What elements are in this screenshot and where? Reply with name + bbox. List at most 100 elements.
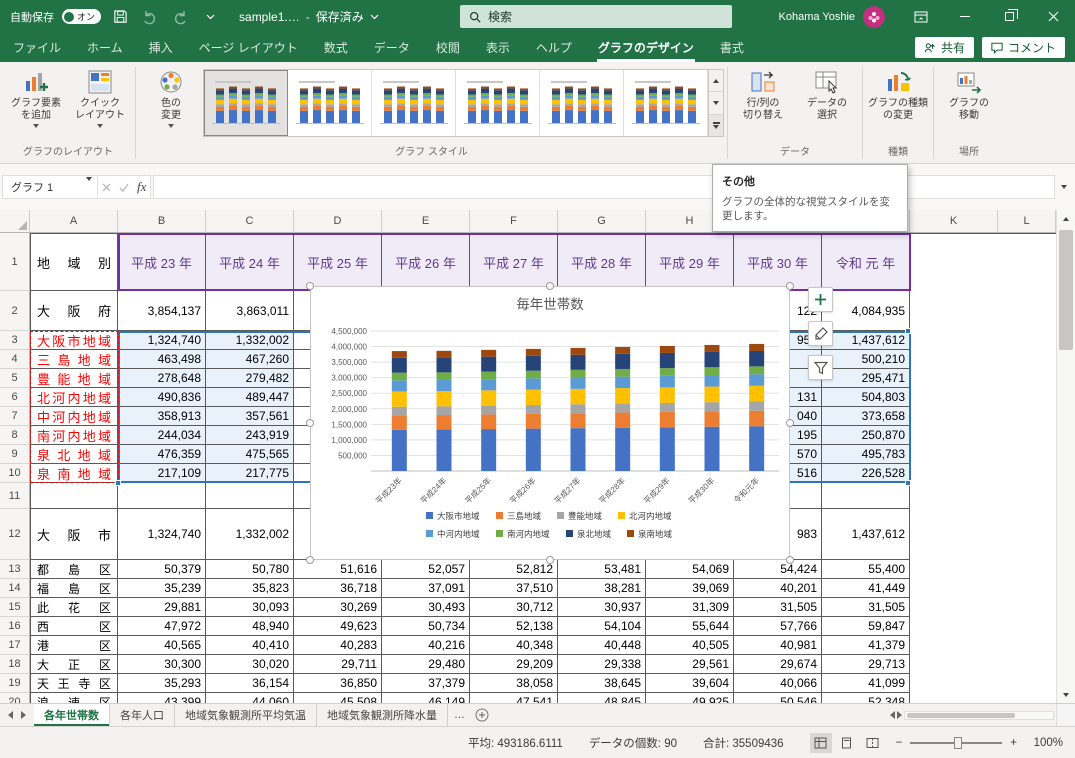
cell-J1[interactable]: 令和 元 年 <box>822 233 910 291</box>
cell-G13[interactable]: 53,481 <box>558 560 646 579</box>
cell-J11[interactable] <box>822 483 910 509</box>
autosave-toggle[interactable]: オン <box>62 9 101 24</box>
column-header-K[interactable]: K <box>910 210 998 232</box>
cell-I15[interactable]: 31,505 <box>734 598 822 617</box>
cell-H16[interactable]: 55,644 <box>646 617 734 636</box>
gallery-scroll-down-button[interactable] <box>709 92 723 114</box>
cell-A11[interactable] <box>30 483 118 509</box>
cell-A1[interactable]: 地域別 <box>30 233 118 291</box>
status-sum[interactable]: 合計: 35509436 <box>703 735 784 751</box>
zoom-in-icon[interactable]: + <box>1010 737 1017 749</box>
cell-K6[interactable] <box>910 388 998 407</box>
ribbon-display-options-icon[interactable] <box>899 0 943 33</box>
row-header-5[interactable]: 5 <box>0 369 30 388</box>
cell-A8[interactable]: 南河内地域 <box>30 426 118 445</box>
cell-L12[interactable] <box>998 509 1056 560</box>
column-header-B[interactable]: B <box>118 210 206 232</box>
cell-B9[interactable]: 476,359 <box>118 445 206 464</box>
switch-row-column-button[interactable]: 行/列の 切り替え <box>731 65 795 122</box>
row-header-2[interactable]: 2 <box>0 291 30 331</box>
cell-I16[interactable]: 57,766 <box>734 617 822 636</box>
cell-B19[interactable]: 35,293 <box>118 674 206 693</box>
cell-B10[interactable]: 217,109 <box>118 464 206 483</box>
row-header-9[interactable]: 9 <box>0 445 30 464</box>
cell-C14[interactable]: 35,823 <box>206 579 294 598</box>
cell-C18[interactable]: 30,020 <box>206 655 294 674</box>
cell-B1[interactable]: 平成 23 年 <box>118 233 206 291</box>
quick-layout-button[interactable]: クイック レイアウト <box>68 65 132 128</box>
undo-icon[interactable] <box>139 6 161 28</box>
expand-formula-bar-icon[interactable] <box>1055 185 1073 189</box>
gallery-scroll-up-button[interactable] <box>709 70 723 92</box>
sheet-tab-precipitation[interactable]: 地域気象観測所降水量 <box>317 704 448 726</box>
cell-B4[interactable]: 463,498 <box>118 350 206 369</box>
cell-B11[interactable] <box>118 483 206 509</box>
hscroll-left-icon[interactable] <box>890 711 895 719</box>
row-header-11[interactable]: 11 <box>0 483 30 509</box>
scroll-down-button[interactable] <box>1057 686 1075 703</box>
cell-B6[interactable]: 490,836 <box>118 388 206 407</box>
cell-L11[interactable] <box>998 483 1056 509</box>
tab-format[interactable]: 書式 <box>707 33 757 62</box>
cell-L6[interactable] <box>998 388 1056 407</box>
cell-H20[interactable]: 49,925 <box>646 693 734 703</box>
column-header-A[interactable]: A <box>30 210 118 232</box>
restore-button[interactable] <box>987 0 1031 33</box>
cell-B13[interactable]: 50,379 <box>118 560 206 579</box>
cell-J16[interactable]: 59,847 <box>822 617 910 636</box>
cell-A4[interactable]: 三島地域 <box>30 350 118 369</box>
cell-L2[interactable] <box>998 291 1056 331</box>
select-data-button[interactable]: データの 選択 <box>795 65 859 122</box>
row-header-17[interactable]: 17 <box>0 636 30 655</box>
cell-C12[interactable]: 1,332,002 <box>206 509 294 560</box>
cell-E14[interactable]: 37,091 <box>382 579 470 598</box>
chart-resize-handle-sw[interactable] <box>306 556 314 564</box>
horizontal-scroll-thumb[interactable] <box>907 713 1015 718</box>
cell-K3[interactable] <box>910 331 998 350</box>
cell-K12[interactable] <box>910 509 998 560</box>
column-header-E[interactable]: E <box>382 210 470 232</box>
row-header-6[interactable]: 6 <box>0 388 30 407</box>
cell-G17[interactable]: 40,448 <box>558 636 646 655</box>
cell-L14[interactable] <box>998 579 1056 598</box>
row-header-8[interactable]: 8 <box>0 426 30 445</box>
cell-D15[interactable]: 30,269 <box>294 598 382 617</box>
cell-I1[interactable]: 平成 30 年 <box>734 233 822 291</box>
cell-B12[interactable]: 1,324,740 <box>118 509 206 560</box>
redo-icon[interactable] <box>169 6 191 28</box>
cell-C15[interactable]: 30,093 <box>206 598 294 617</box>
document-title[interactable]: sample1.… - 保存済み <box>239 8 379 25</box>
row-header-1[interactable]: 1 <box>0 233 30 291</box>
vertical-scrollbar[interactable] <box>1056 210 1075 703</box>
cell-E19[interactable]: 37,379 <box>382 674 470 693</box>
row-header-20[interactable]: 20 <box>0 693 30 703</box>
row-header-18[interactable]: 18 <box>0 655 30 674</box>
cell-A18[interactable]: 大正区 <box>30 655 118 674</box>
column-header-D[interactable]: D <box>294 210 382 232</box>
sheet-nav-left-icon[interactable] <box>8 711 13 719</box>
cell-K11[interactable] <box>910 483 998 509</box>
cell-K20[interactable] <box>910 693 998 703</box>
tab-file[interactable]: ファイル <box>0 33 74 62</box>
cell-E18[interactable]: 29,480 <box>382 655 470 674</box>
cell-E15[interactable]: 30,493 <box>382 598 470 617</box>
cell-K1[interactable] <box>910 233 998 291</box>
confirm-entry-icon[interactable] <box>119 183 129 192</box>
cell-L5[interactable] <box>998 369 1056 388</box>
cell-A19[interactable]: 天王寺区 <box>30 674 118 693</box>
vertical-scroll-thumb[interactable] <box>1059 230 1073 350</box>
cell-H17[interactable]: 40,505 <box>646 636 734 655</box>
cell-J19[interactable]: 41,099 <box>822 674 910 693</box>
cell-C6[interactable]: 489,447 <box>206 388 294 407</box>
cell-D18[interactable]: 29,711 <box>294 655 382 674</box>
cell-A14[interactable]: 福島区 <box>30 579 118 598</box>
cell-A7[interactable]: 中河内地域 <box>30 407 118 426</box>
row-header-19[interactable]: 19 <box>0 674 30 693</box>
sheet-tab-population[interactable]: 各年人口 <box>110 704 175 726</box>
cell-B7[interactable]: 358,913 <box>118 407 206 426</box>
cell-E17[interactable]: 40,216 <box>382 636 470 655</box>
cell-J6[interactable]: 504,803 <box>822 388 910 407</box>
tab-page-layout[interactable]: ページ レイアウト <box>186 33 311 62</box>
cell-L20[interactable] <box>998 693 1056 703</box>
cell-I19[interactable]: 40,066 <box>734 674 822 693</box>
